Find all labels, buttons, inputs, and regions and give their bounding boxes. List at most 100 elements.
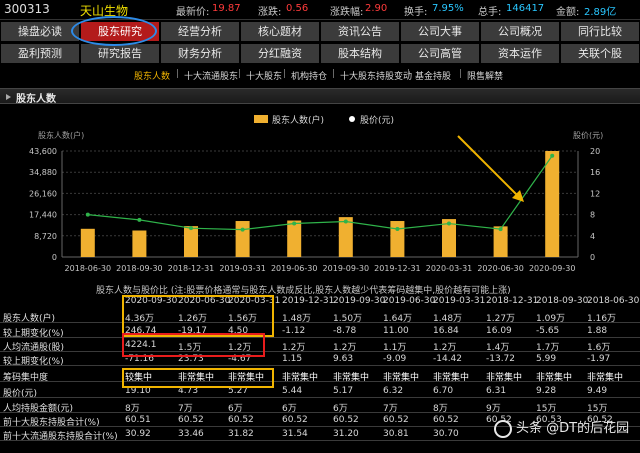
subtab-1[interactable]: 十大流通股东 (184, 69, 238, 82)
table-cell: 4.50 (228, 326, 249, 336)
section-header: 股东人数 (0, 88, 640, 105)
table-cell: 60.51 (125, 415, 151, 425)
collapse-triangle-icon[interactable] (6, 94, 11, 100)
subtab-4[interactable]: 十大股东持股变动 (340, 69, 412, 82)
x-tick-label: 2020-03-31 (426, 264, 473, 273)
nav-tab-1-3[interactable]: 核心题材 (240, 21, 320, 42)
price-point-2020-03-31 (447, 221, 451, 226)
x-tick-label: 2019-09-30 (323, 264, 370, 273)
subtab-0[interactable]: 股东人数 (134, 69, 170, 82)
bar-2018-06-30 (80, 228, 95, 257)
change-pct-label: 涨跌幅: (330, 7, 364, 18)
table-cell: -14.42 (433, 354, 463, 364)
nav-tab-1-6[interactable]: 公司概况 (480, 21, 560, 42)
table-cell: 60.52 (433, 415, 459, 425)
nav-tab-2-0[interactable]: 盈利预测 (0, 43, 80, 64)
left-tick-label: 8,720 (34, 232, 57, 241)
bar-2018-12-31 (184, 226, 198, 257)
x-tick-label: 2019-06-30 (271, 264, 318, 273)
legend-label-1: 股价(元) (360, 115, 394, 126)
table-cell: 5.17 (333, 386, 354, 396)
left-tick-label: 43,600 (29, 147, 57, 156)
nav-tab-2-1[interactable]: 研究报告 (80, 43, 160, 64)
subtab-3[interactable]: 机构持仓 (291, 69, 327, 82)
table-cell: 31.54 (282, 429, 308, 439)
table-divider (0, 351, 640, 352)
left-axis-title: 股东人数(户) (38, 130, 84, 140)
table-cell: -1.12 (282, 326, 306, 336)
subtab-separator: | (459, 69, 463, 79)
table-cell: -1.97 (587, 354, 611, 364)
column-header-date: 2019-03-31 (433, 296, 486, 306)
turnover-label: 换手: (404, 7, 428, 18)
nav-tab-1-2[interactable]: 经营分析 (160, 21, 240, 42)
nav-tab-2-4[interactable]: 股本结构 (320, 43, 400, 64)
table-row: 筹码集中度 较集中 非常集中 非常集中 非常集中 非常集中 非常集中 非常集中 非常集中 非常集中… (0, 370, 640, 383)
table-divider (0, 381, 640, 382)
nav-tab-1-0[interactable]: 操盘必读 (0, 21, 80, 42)
bar-2020-09-30 (545, 151, 560, 257)
nav-tab-1-7[interactable]: 同行比较 (560, 21, 640, 42)
x-tick-label: 2018-06-30 (65, 264, 112, 273)
volume-value: 146417 (506, 3, 545, 14)
section-title: 股东人数 (16, 94, 56, 105)
nav-tab-2-3[interactable]: 分红融资 (240, 43, 320, 64)
column-header-date: 2020-03-31 (228, 296, 281, 306)
nav-tab-1-5[interactable]: 公司大事 (400, 21, 480, 42)
nav-tab-2-6[interactable]: 资本运作 (480, 43, 560, 64)
nav-tab-2-7[interactable]: 关联个股 (560, 43, 640, 64)
x-tick-label: 2019-12-31 (374, 264, 421, 273)
price-point-2018-09-30 (137, 217, 142, 222)
subtab-separator: | (176, 69, 180, 79)
table-header-row: 2020-09-30 2020-06-30 2020-03-31 2019-12-31… (0, 296, 640, 307)
latest-price-value: 19.87 (212, 3, 241, 14)
x-tick-label: 2019-03-31 (219, 264, 266, 273)
table-cell: 60.52 (178, 415, 204, 425)
table-cell: -9.09 (383, 354, 407, 364)
table-cell: -4.67 (228, 354, 252, 364)
table-cell: 30.92 (125, 429, 151, 439)
nav-tab-2-2[interactable]: 财务分析 (160, 43, 240, 64)
right-tick-label: 12 (590, 189, 600, 198)
table-cell: -5.65 (536, 326, 560, 336)
table-cell: 1.15 (282, 354, 303, 364)
turnover-value: 7.95% (432, 3, 464, 14)
table-cell: 11.00 (383, 326, 409, 336)
amount-value: 2.89亿 (584, 7, 617, 18)
subtab-5[interactable]: 基金持股 (415, 69, 451, 82)
price-point-2019-06-30 (292, 221, 297, 226)
subtab-separator: | (283, 69, 287, 79)
subtab-6[interactable]: 限售解禁 (467, 69, 503, 82)
nav-tab-2-5[interactable]: 公司高管 (400, 43, 480, 64)
price-point-2019-09-30 (343, 219, 348, 224)
watermark-text: 头条 @DT的后花园 (516, 421, 630, 436)
table-cell: 16.09 (486, 326, 512, 336)
x-tick-label: 2020-09-30 (529, 264, 576, 273)
subtab-2[interactable]: 十大股东 (246, 69, 282, 82)
highlight-ellipse (71, 16, 157, 46)
table-cell: 6.70 (433, 386, 454, 396)
table-row: 较上期变化(%) -71.16 23.73 -4.67 1.15 9.63 -9.09 -14… (0, 354, 640, 367)
table-row: 较上期变化(%) 246.74 -19.17 4.50 -1.12 -8.78 11.00 1… (0, 326, 640, 339)
x-tick-label: 2020-06-30 (477, 264, 524, 273)
shareholder-chart: 股东人数(户) 股价(元) 股东人数(户) 股价(元) 43,600 20 34,880 16… (29, 114, 603, 273)
right-tick-label: 0 (590, 253, 595, 262)
table-divider (0, 322, 640, 323)
watermark: 头条 @DT的后花园 (494, 417, 629, 438)
nav-tab-1-4[interactable]: 资讯公告 (320, 21, 400, 42)
table-row: 人均持股金额(元) 8万 7万 6万 6万 6万 7万 8万 9万 15万 15万 (0, 401, 640, 414)
left-tick-label: 26,160 (29, 189, 57, 198)
table-cell: 30.70 (433, 429, 459, 439)
annotation-arrow (457, 135, 519, 197)
right-tick-label: 20 (590, 147, 600, 156)
column-header-date: 2018-09-30 (536, 296, 589, 306)
right-tick-label: 8 (590, 211, 595, 220)
table-row: 人均流通股(股) 4224.1 1.5万 1.2万 1.2万 1.2万 1.1万 1.2万 1.… (0, 340, 640, 353)
column-header-date: 2020-09-30 (125, 296, 178, 306)
subtab-bar: 股东人数 | 十大流通股东 | 十大股东 | 机构持仓 | 十大股东持股变动 | 基金持股 | 限售解禁 (0, 66, 640, 84)
table-cell: 23.73 (178, 354, 204, 364)
price-point-2020-06-30 (498, 227, 503, 232)
legend-line-marker (349, 116, 355, 122)
table-cell: 30.81 (383, 429, 409, 439)
table-cell: 60.52 (228, 415, 254, 425)
